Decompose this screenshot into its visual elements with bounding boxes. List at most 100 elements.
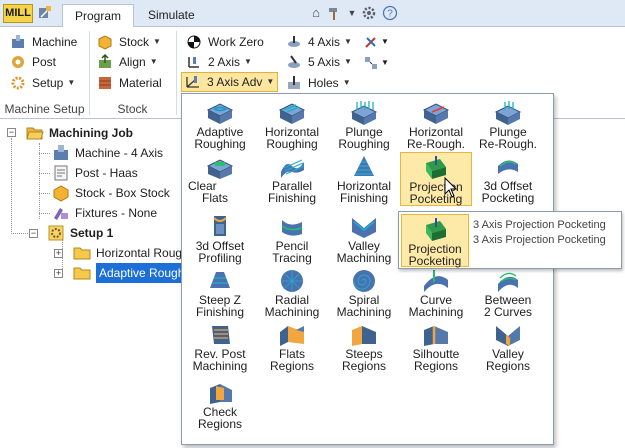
tree-root-machining-job[interactable]: Machining Job bbox=[26, 123, 133, 143]
ribbon-tab-bar: MILL Program Simulate ⌂ ▼ ? bbox=[0, 0, 625, 28]
menu-item-projection-pocketing[interactable]: Projection Pocketing bbox=[400, 152, 472, 206]
dropdown-icon[interactable]: ▼ bbox=[344, 5, 360, 21]
tree-item-machine[interactable]: Machine - 4 Axis bbox=[52, 143, 163, 163]
4-axis-icon bbox=[288, 36, 300, 47]
menu-item-line2: Finishing bbox=[339, 191, 389, 205]
menu-item-line2: Re-Rough. bbox=[478, 137, 538, 151]
tree-item-post[interactable]: Post - Haas bbox=[52, 163, 138, 183]
menu-item-valley-machining[interactable]: Valley Machining bbox=[328, 212, 400, 266]
settings-gear-icon[interactable] bbox=[361, 5, 377, 21]
menu-item-radial-machining[interactable]: Radial Machining bbox=[256, 266, 328, 320]
setup-button[interactable]: Setup ▼ bbox=[10, 73, 75, 93]
menu-item-horizontal-roughing[interactable]: Horizontal Roughing bbox=[256, 98, 328, 152]
menu-item-between-2-curves[interactable]: Between 2 Curves bbox=[472, 266, 544, 320]
tree-item-fixtures[interactable]: Fixtures - None bbox=[52, 203, 157, 223]
tooltip-title: 3 Axis Projection Pocketing bbox=[473, 219, 606, 231]
transform-icon[interactable] bbox=[363, 55, 379, 71]
adaptive-roughing-icon bbox=[206, 103, 234, 124]
menu-item-line2: Profiling bbox=[198, 251, 242, 265]
tree-item-stock[interactable]: Stock - Box Stock bbox=[52, 183, 170, 203]
menu-item-steep-z-finishing[interactable]: Steep Z Finishing bbox=[184, 266, 256, 320]
tree-connector bbox=[11, 233, 28, 234]
menu-item-line2: Finishing bbox=[267, 191, 317, 205]
tree-connector bbox=[39, 143, 40, 219]
tree-item-label: Adaptive Rough bbox=[96, 263, 188, 283]
clear-flats-icon bbox=[206, 159, 234, 179]
tree-collapse-toggle[interactable]: − bbox=[7, 128, 16, 137]
5-axis-button[interactable]: 5 Axis ▼ bbox=[286, 52, 352, 72]
menu-item-pencil-tracing[interactable]: Pencil Tracing bbox=[256, 212, 328, 266]
chevron-down-icon[interactable]: ▼ bbox=[381, 37, 389, 46]
machine-icon bbox=[12, 35, 24, 48]
chevron-down-icon[interactable]: ▼ bbox=[381, 58, 389, 67]
tree-connector bbox=[39, 213, 50, 214]
align-icon bbox=[99, 54, 111, 68]
post-button[interactable]: Post bbox=[10, 52, 56, 72]
valley-regions-icon bbox=[496, 326, 520, 346]
tree-setup-1[interactable]: Setup 1 bbox=[47, 223, 113, 243]
tree-item-horizontal-roughing[interactable]: Horizontal Roug bbox=[73, 243, 182, 263]
menu-item-check-regions[interactable]: Check Regions bbox=[184, 378, 256, 432]
stock-box-icon bbox=[98, 35, 112, 50]
menu-item-curve-machining[interactable]: Curve Machining bbox=[400, 266, 472, 320]
tab-program[interactable]: Program bbox=[62, 4, 135, 28]
3-axis-adv-button[interactable]: 3 Axis Adv ▼ bbox=[181, 72, 279, 92]
steeps-regions-icon bbox=[352, 326, 376, 346]
menu-item-plunge-rerough[interactable]: Plunge Re-Rough. bbox=[472, 98, 544, 152]
tools-icon[interactable] bbox=[363, 34, 379, 50]
work-zero-button-label: Work Zero bbox=[208, 35, 264, 49]
material-button[interactable]: Material bbox=[97, 73, 162, 93]
menu-item-adaptive-roughing[interactable]: Adaptive Roughing bbox=[184, 98, 256, 152]
mill-application-button[interactable]: MILL bbox=[3, 4, 33, 23]
tooltip-projection-pocketing: Projection Pocketing 3 Axis Projection Po… bbox=[398, 211, 622, 269]
holes-button[interactable]: Holes ▼ bbox=[286, 73, 351, 93]
work-zero-button[interactable]: Work Zero bbox=[186, 32, 264, 52]
tree-item-adaptive-roughing[interactable]: Adaptive Rough bbox=[73, 263, 188, 283]
svg-text:?: ? bbox=[387, 9, 393, 20]
3-axis-adv-button-label: 3 Axis Adv bbox=[207, 75, 263, 89]
menu-item-line2: Machining bbox=[192, 359, 248, 373]
machine-button[interactable]: Machine bbox=[10, 32, 77, 52]
quick-access-icon[interactable] bbox=[37, 5, 53, 21]
menu-item-spiral-machining[interactable]: Spiral Machining bbox=[328, 266, 400, 320]
stock-button[interactable]: Stock ▼ bbox=[97, 32, 161, 52]
menu-item-line2: Regions bbox=[197, 417, 243, 431]
menu-item-steeps-regions[interactable]: Steeps Regions bbox=[328, 320, 400, 374]
tree-expand-toggle[interactable]: + bbox=[54, 269, 63, 278]
menu-item-parallel-finishing[interactable]: Parallel Finishing bbox=[256, 152, 328, 206]
tree-connector bbox=[39, 153, 50, 154]
chevron-down-icon: ▼ bbox=[244, 57, 252, 66]
menu-item-valley-regions[interactable]: Valley Regions bbox=[472, 320, 544, 374]
tree-expand-toggle[interactable]: + bbox=[54, 249, 63, 258]
5-axis-icon bbox=[288, 55, 300, 68]
valley-machining-icon bbox=[352, 218, 376, 238]
menu-item-line2: Machining bbox=[408, 305, 464, 319]
menu-item-line2: Roughing bbox=[338, 137, 390, 151]
tree-connector bbox=[39, 173, 50, 174]
menu-item-3d-offset-pocketing[interactable]: 3d Offset Pocketing bbox=[472, 152, 544, 206]
collapse-ribbon-icon[interactable]: ⌂ bbox=[308, 5, 324, 21]
menu-item-silhouette-regions[interactable]: Silhoutte Regions bbox=[400, 320, 472, 374]
3d-offset-profiling-icon bbox=[213, 216, 227, 236]
tree-item-label: Horizontal Roug bbox=[96, 246, 183, 260]
menu-item-3d-offset-profiling[interactable]: 3d Offset Profiling bbox=[184, 212, 256, 266]
tab-simulate[interactable]: Simulate bbox=[136, 4, 207, 28]
menu-item-flats-regions[interactable]: Flats Regions bbox=[256, 320, 328, 374]
menu-item-clear-flats[interactable]: Clear Flats bbox=[184, 152, 256, 206]
menu-item-line2: Machining bbox=[336, 251, 392, 265]
menu-item-plunge-roughing[interactable]: Plunge Roughing bbox=[328, 98, 400, 152]
between-2-curves-icon bbox=[498, 272, 518, 292]
tree-collapse-toggle[interactable]: − bbox=[29, 229, 38, 238]
align-button[interactable]: Align ▼ bbox=[97, 52, 158, 72]
mouse-cursor-icon bbox=[444, 177, 458, 198]
hammer-icon[interactable] bbox=[326, 5, 342, 21]
menu-item-rev-post-machining[interactable]: Rev. Post Machining bbox=[184, 320, 256, 374]
help-icon[interactable]: ? bbox=[382, 5, 398, 21]
4-axis-button[interactable]: 4 Axis ▼ bbox=[286, 32, 352, 52]
2-axis-button[interactable]: 2 Axis ▼ bbox=[186, 52, 252, 72]
menu-item-horizontal-finishing[interactable]: Horizontal Finishing bbox=[328, 152, 400, 206]
5-axis-button-label: 5 Axis bbox=[308, 55, 341, 69]
job-tree-panel: − Machining Job Machine - 4 Axis Post - … bbox=[0, 119, 190, 448]
horizontal-rerough-icon bbox=[422, 103, 450, 124]
menu-item-horizontal-rerough[interactable]: Horizontal Re-Rough. bbox=[400, 98, 472, 152]
